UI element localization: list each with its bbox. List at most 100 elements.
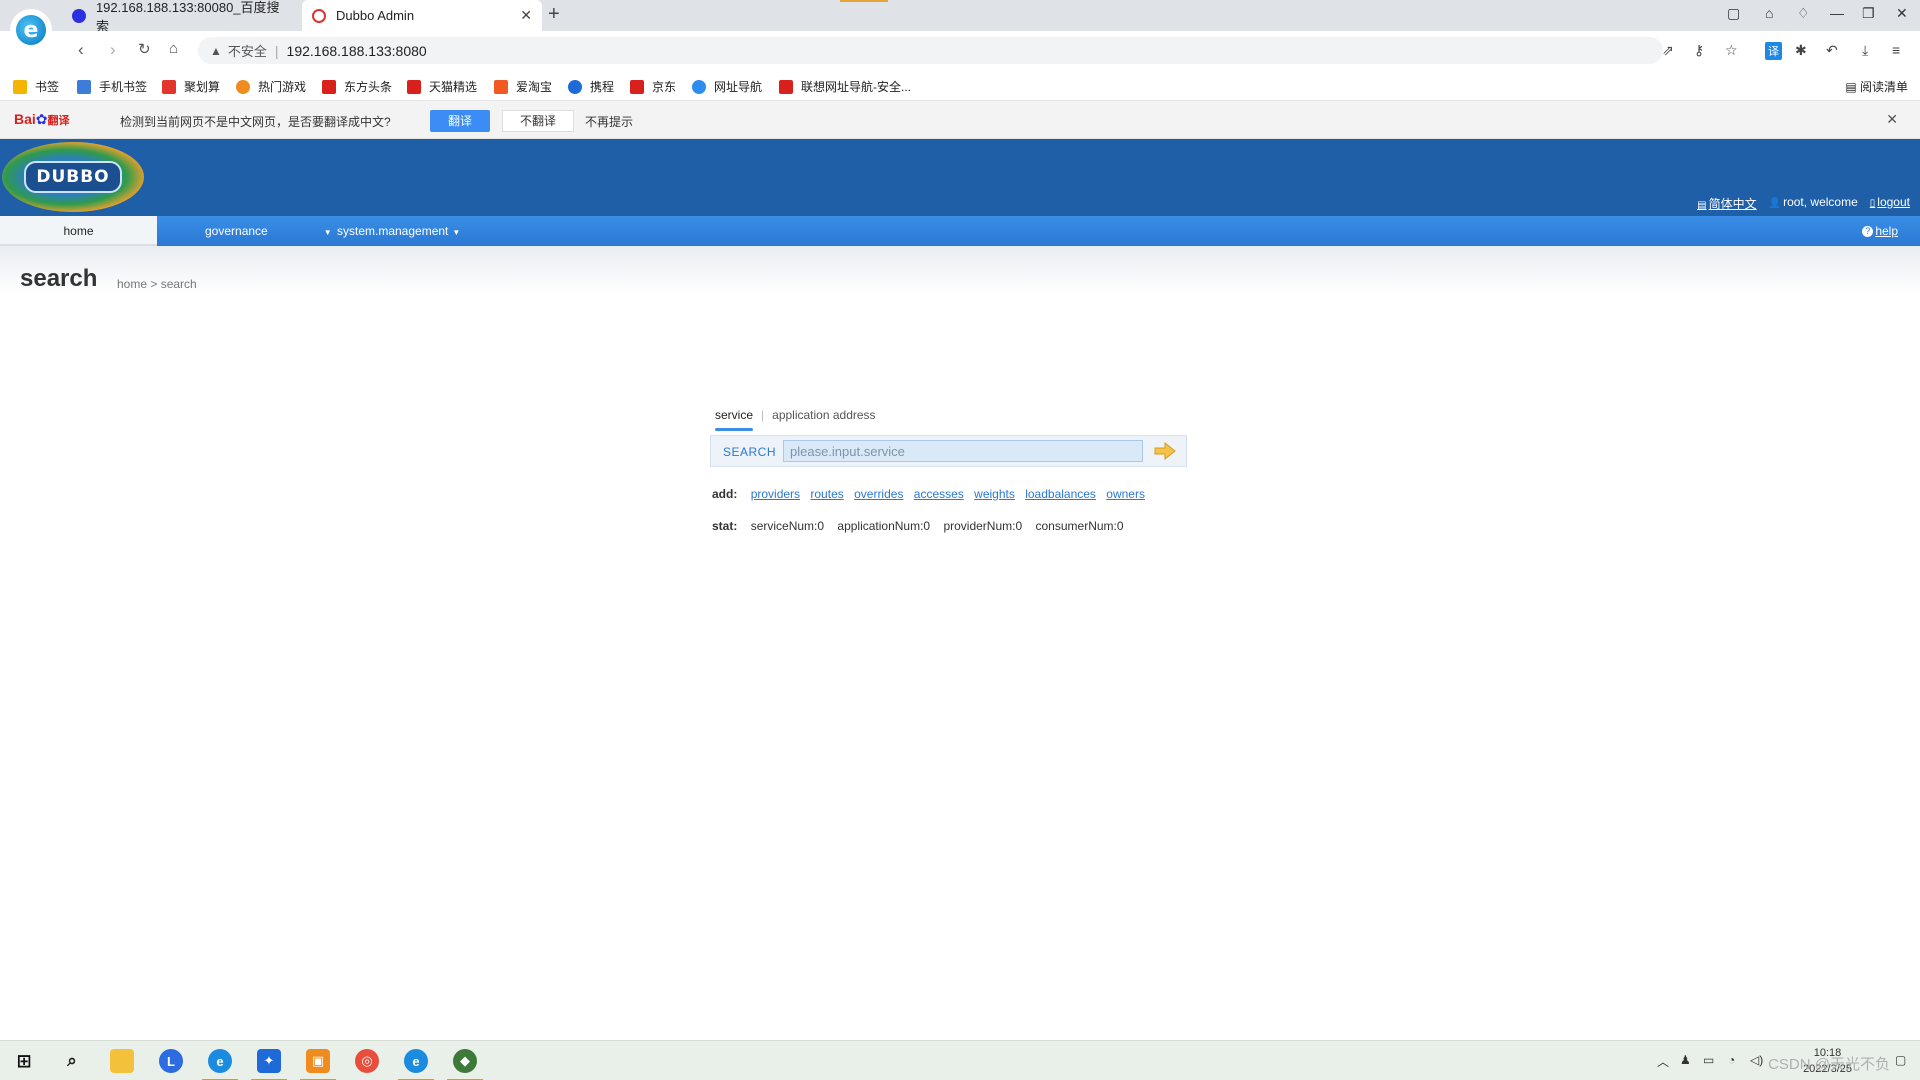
sourcetree-icon[interactable]: ✦ xyxy=(251,1049,287,1080)
menu-icon[interactable]: ≡ xyxy=(1892,42,1900,58)
key-icon[interactable]: ⚷ xyxy=(1694,42,1704,59)
browser-taskbar-icon[interactable]: e xyxy=(398,1049,434,1080)
extensions-icon[interactable]: ✱ xyxy=(1795,42,1807,59)
vmware-icon[interactable]: ▣ xyxy=(300,1049,336,1080)
nav-home[interactable]: home xyxy=(0,216,157,246)
app-green-icon[interactable]: ◆ xyxy=(447,1049,483,1080)
logout-link[interactable]: ▯ logout xyxy=(1870,195,1910,212)
tab-baidu-search[interactable]: 192.168.188.133:80080_百度搜索 xyxy=(62,0,302,34)
tray-chevron-up-icon[interactable]: ︿ xyxy=(1657,1053,1669,1070)
search-label: SEARCH xyxy=(723,445,777,459)
tab-strip-accent xyxy=(840,0,888,2)
search-input[interactable] xyxy=(783,440,1143,462)
chevron-down-icon: ▼ xyxy=(452,228,461,237)
jd-icon xyxy=(630,79,644,94)
add-providers-link[interactable]: providers xyxy=(751,487,800,501)
baidu-paw-icon: ✿ xyxy=(35,111,48,127)
bookmark-item[interactable]: 聚划算 xyxy=(162,78,220,95)
download-icon[interactable]: ⤓ xyxy=(1862,42,1868,59)
bookmark-item[interactable]: 联想网址导航-安全... xyxy=(779,78,911,95)
close-window-button[interactable]: ✕ xyxy=(1896,5,1908,22)
close-translate-bar-icon[interactable]: ✕ xyxy=(1886,111,1898,128)
bookmark-label: 书签 xyxy=(35,80,60,94)
new-tab-button[interactable]: + xyxy=(548,3,560,26)
stat-label: stat: xyxy=(712,519,738,533)
reading-list-button[interactable]: ▤ 阅读清单 xyxy=(1845,78,1908,95)
qq-icon[interactable]: ♟ xyxy=(1680,1053,1691,1067)
minimize-button[interactable]: — xyxy=(1830,5,1844,21)
battery-icon[interactable]: ▭ xyxy=(1703,1053,1714,1067)
bookmark-item[interactable]: 手机书签 xyxy=(77,78,147,95)
tab-title: 192.168.188.133:80080_百度搜索 xyxy=(95,0,280,34)
never-show-link[interactable]: 不再提示 xyxy=(585,113,633,130)
browser-logo-icon[interactable]: e xyxy=(10,9,52,51)
tab-application-address[interactable]: application address xyxy=(772,408,875,422)
translate-message: 检测到当前网页不是中文网页，是否要翻译成中文? xyxy=(120,115,391,129)
bookmark-item[interactable]: 天猫精选 xyxy=(407,78,477,95)
tab-dubbo-admin[interactable]: Dubbo Admin ✕ xyxy=(302,0,542,31)
undo-icon[interactable]: ↶ xyxy=(1826,42,1838,59)
language-link[interactable]: ▤ 简体中文 xyxy=(1697,195,1756,212)
add-overrides-link[interactable]: overrides xyxy=(854,487,903,501)
provider-num: providerNum:0 xyxy=(943,519,1023,533)
close-tab-icon[interactable]: ✕ xyxy=(520,7,532,24)
file-explorer-icon[interactable] xyxy=(110,1049,134,1073)
bookmark-item[interactable]: 热门游戏 xyxy=(236,78,306,95)
edge-icon[interactable]: e xyxy=(202,1049,238,1080)
reload-button[interactable]: ↻ xyxy=(138,40,151,58)
star-icon[interactable]: ☆ xyxy=(1725,42,1738,59)
nav-system-management[interactable]: system.management ▼ xyxy=(337,216,460,246)
wifi-icon[interactable]: ◔ xyxy=(1728,1053,1735,1067)
bookmark-label: 东方头条 xyxy=(344,80,393,94)
translate-button[interactable]: 翻译 xyxy=(430,110,490,132)
bag-icon[interactable]: ⌂ xyxy=(1765,5,1773,21)
add-weights-link[interactable]: weights xyxy=(974,487,1015,501)
language-label: 简体中文 xyxy=(1708,197,1757,211)
bookmark-item[interactable]: 京东 xyxy=(630,78,676,95)
bookmark-item[interactable]: 网址导航 xyxy=(692,78,762,95)
bookmark-item[interactable]: 携程 xyxy=(568,78,614,95)
back-button[interactable]: ‹ xyxy=(78,40,84,60)
help-label: help xyxy=(1875,224,1898,238)
tmall-icon xyxy=(407,79,421,94)
translate-icon[interactable]: 译 xyxy=(1765,42,1782,60)
add-routes-link[interactable]: routes xyxy=(810,487,843,501)
volume-icon[interactable]: ◁) xyxy=(1750,1053,1763,1067)
home-button[interactable]: ⌂ xyxy=(169,40,178,57)
baidu-paw-icon xyxy=(72,8,86,23)
forward-button[interactable]: › xyxy=(110,40,116,60)
bookmarks-bar: 书签 手机书签 聚划算 热门游戏 东方头条 天猫精选 爱淘宝 携程 京东 网址导… xyxy=(0,70,1920,101)
url-bar[interactable]: ▲ 不安全 | 192.168.188.133:8080 xyxy=(198,37,1663,64)
add-owners-link[interactable]: owners xyxy=(1106,487,1145,501)
bookmark-item[interactable]: 东方头条 xyxy=(322,78,392,95)
no-translate-button[interactable]: 不翻译 xyxy=(502,110,574,132)
url-separator: | xyxy=(274,42,279,59)
phone-bookmark-icon xyxy=(77,79,91,94)
add-accesses-link[interactable]: accesses xyxy=(914,487,964,501)
bookmark-item[interactable]: 书签 xyxy=(13,78,59,95)
restore-button[interactable]: ❐ xyxy=(1862,5,1875,22)
url-text[interactable]: 192.168.188.133:8080 xyxy=(287,43,427,59)
notification-icon[interactable]: ▢ xyxy=(1895,1053,1906,1067)
bookmark-label: 手机书签 xyxy=(99,80,148,94)
help-link[interactable]: ? help xyxy=(1862,216,1898,246)
dubbo-logo[interactable]: DUBBO xyxy=(2,142,144,212)
windows-start-icon[interactable]: ⊞ xyxy=(12,1049,36,1073)
arrow-right-icon[interactable] xyxy=(1154,442,1176,460)
add-links-row: add: providers routes overrides accesses… xyxy=(712,487,1152,501)
juhuasuan-icon xyxy=(162,79,176,94)
add-loadbalances-link[interactable]: loadbalances xyxy=(1025,487,1096,501)
app-l-icon[interactable]: L xyxy=(159,1049,183,1073)
bookmark-item[interactable]: 爱淘宝 xyxy=(494,78,552,95)
share-icon[interactable]: ⇗ xyxy=(1662,42,1674,59)
warning-icon: ▲ xyxy=(210,43,222,58)
xshell-icon[interactable]: ◎ xyxy=(355,1049,379,1073)
welcome-text: 👤 root, welcome xyxy=(1769,195,1858,212)
search-icon[interactable]: ⌕ xyxy=(60,1049,84,1073)
tab-service[interactable]: service xyxy=(715,408,754,431)
tab-list-icon[interactable]: ▢ xyxy=(1727,5,1740,22)
skin-icon[interactable]: ♢ xyxy=(1797,5,1810,22)
tab-title: Dubbo Admin xyxy=(336,8,415,23)
security-label[interactable]: 不安全 xyxy=(228,41,267,60)
nav-governance[interactable]: governance ▼ xyxy=(205,216,332,246)
